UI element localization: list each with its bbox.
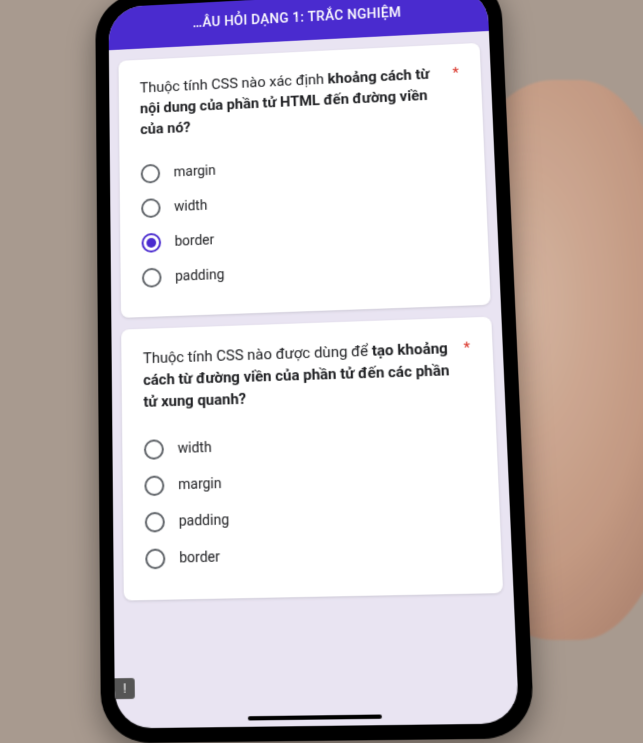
radio-icon: [141, 233, 161, 253]
phone-frame: …ÂU HỎI DẠNG 1: TRẮC NGHIỆM Thuộc tính C…: [95, 0, 535, 743]
option-label: margin: [178, 475, 222, 492]
feedback-icon[interactable]: !: [115, 678, 135, 699]
radio-icon: [141, 198, 161, 218]
option-label: width: [178, 439, 212, 456]
form-section-header: …ÂU HỎI DẠNG 1: TRẮC NGHIỆM: [108, 0, 488, 50]
home-indicator[interactable]: [248, 715, 382, 721]
question-prompt-pre: Thuộc tính CSS nào được dùng để: [143, 342, 372, 367]
question-text: Thuộc tính CSS nào được dùng để tạo khoả…: [143, 338, 473, 414]
radio-option-border[interactable]: border: [145, 533, 479, 577]
question-text: Thuộc tính CSS nào xác định khoảng cách …: [140, 63, 461, 140]
radio-icon: [144, 475, 164, 496]
radio-icon: [145, 548, 165, 569]
radio-icon: [145, 511, 165, 532]
radio-icon: [142, 268, 162, 288]
screen: …ÂU HỎI DẠNG 1: TRẮC NGHIỆM Thuộc tính C…: [108, 0, 519, 728]
option-label: width: [174, 198, 207, 215]
radio-icon: [144, 439, 164, 460]
radio-icon: [141, 164, 161, 184]
header-title: …ÂU HỎI DẠNG 1: TRẮC NGHIỆM: [193, 5, 402, 31]
option-label: padding: [179, 512, 230, 530]
option-label: border: [179, 549, 220, 566]
question-card: Thuộc tính CSS nào xác định khoảng cách …: [118, 43, 490, 318]
required-star: *: [452, 63, 459, 84]
required-star: *: [463, 338, 470, 360]
question-card: Thuộc tính CSS nào được dùng để tạo khoả…: [121, 317, 503, 600]
option-label: padding: [175, 267, 224, 284]
option-label: border: [175, 233, 215, 250]
option-label: margin: [173, 163, 215, 180]
feedback-glyph: !: [123, 681, 126, 696]
